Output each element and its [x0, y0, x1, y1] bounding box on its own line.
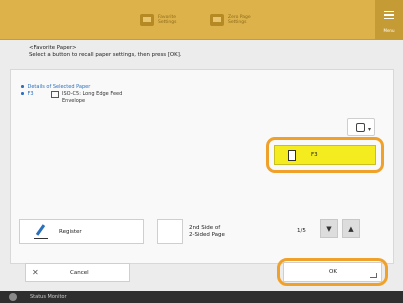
dropdown-icon: ▾ — [367, 126, 371, 133]
menu-button[interactable]: Menu — [375, 0, 403, 40]
bullet-icon — [21, 92, 24, 95]
top-bar: Favorite Settings Zero Page Settings Men… — [0, 0, 403, 40]
arrow-up-icon: ▲ — [348, 224, 354, 233]
details-title: Details of Selected Paper — [21, 84, 142, 91]
corner-icon — [370, 273, 377, 278]
zero-page-settings-icon — [210, 14, 224, 26]
paper-icon — [288, 150, 296, 161]
second-side-toggle[interactable] — [157, 219, 183, 244]
page-indicator: 1/5 — [297, 228, 306, 234]
register-button[interactable]: Register — [19, 219, 144, 244]
favorite-settings-icon — [140, 14, 154, 26]
close-icon: ✕ — [32, 268, 39, 277]
details-row: F3 ISO-C5: Long Edge Feed Envelope — [21, 91, 142, 105]
favorite-paper-label: F3 — [311, 152, 318, 158]
cancel-label: Cancel — [70, 270, 89, 276]
paper-details: Details of Selected Paper F3 ISO-C5: Lon… — [21, 84, 142, 105]
details-code: F3 — [21, 91, 51, 105]
bullet-icon — [21, 85, 24, 88]
second-side-button[interactable]: 2nd Side of 2-Sided Page — [157, 219, 259, 244]
arrow-down-icon: ▼ — [326, 224, 332, 233]
content-panel: Details of Selected Paper F3 ISO-C5: Lon… — [10, 69, 394, 264]
second-side-label: 2nd Side of 2-Sided Page — [189, 225, 225, 238]
ok-button[interactable]: OK — [283, 262, 382, 282]
tab-zero-page-settings[interactable]: Zero Page Settings — [210, 10, 254, 30]
hamburger-icon — [384, 11, 394, 19]
page-heading: <Favorite Paper> Select a button to reca… — [29, 45, 182, 59]
page-instruction: Select a button to recall paper settings… — [29, 52, 182, 58]
menu-label: Menu — [383, 28, 395, 33]
ok-label: OK — [329, 269, 337, 275]
pencil-icon — [34, 224, 48, 239]
page-down-button[interactable]: ▼ — [320, 219, 338, 238]
tab-label: Favorite Settings — [158, 15, 177, 25]
page-up-button[interactable]: ▲ — [342, 219, 360, 238]
tab-label: Zero Page Settings — [228, 15, 251, 25]
edit-settings-button[interactable]: ▾ — [347, 118, 375, 136]
details-description: ISO-C5: Long Edge Feed Envelope — [62, 91, 123, 104]
envelope-icon — [51, 91, 59, 98]
page-title: <Favorite Paper> — [29, 45, 77, 51]
register-label: Register — [59, 229, 82, 235]
status-label: Status Monitor — [30, 294, 67, 300]
status-bar[interactable]: Status Monitor — [0, 291, 403, 303]
tab-favorite-settings[interactable]: Favorite Settings — [140, 10, 184, 30]
cancel-button[interactable]: ✕ Cancel — [25, 263, 130, 282]
status-monitor-icon — [9, 293, 17, 301]
settings-pencil-icon — [356, 123, 365, 132]
favorite-paper-f3-button[interactable]: F3 — [274, 145, 376, 165]
